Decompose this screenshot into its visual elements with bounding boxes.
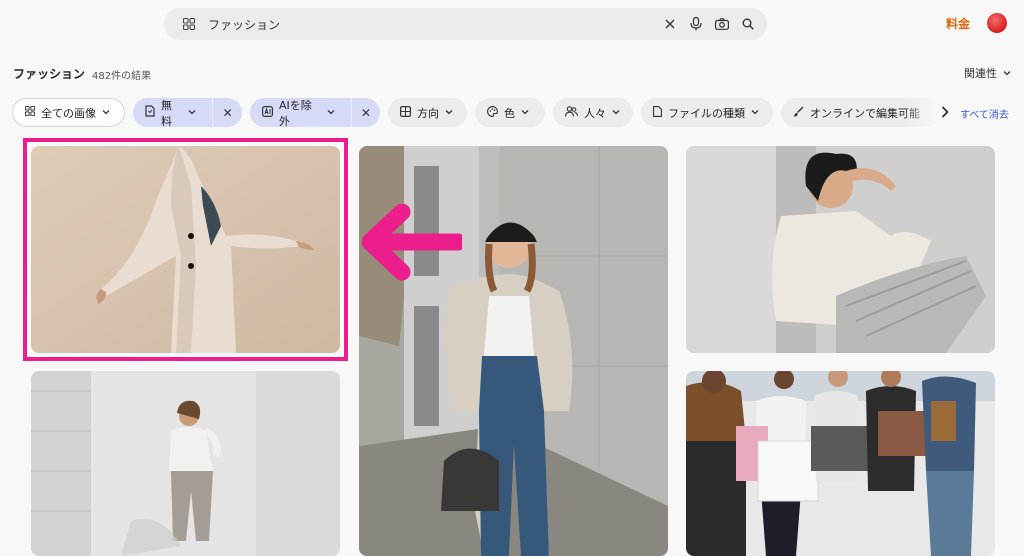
filter-color[interactable]: 色 (475, 98, 545, 127)
search-input[interactable]: ファッション (208, 16, 653, 33)
image-grid-icon (182, 17, 196, 31)
result-image-4[interactable] (31, 371, 340, 556)
search-icon[interactable] (739, 15, 757, 33)
sort-dropdown[interactable]: 関連性 (964, 65, 1011, 81)
filter-label: 方向 (417, 106, 439, 120)
stock-photo-search-page: ファッション 料金 ファッション 482件の結果 関連性 全ての画像 無料 ✕ … (0, 0, 1024, 556)
pricing-link[interactable]: 料金 (946, 15, 970, 32)
chevron-down-icon (751, 106, 759, 119)
palette-icon (487, 105, 498, 120)
filter-label: 無料 (161, 98, 172, 128)
chevron-down-icon (521, 106, 529, 119)
photo-shopping-group (686, 371, 995, 556)
search-bar[interactable]: ファッション (164, 8, 767, 40)
chip-scroll-fade (902, 96, 942, 130)
remove-filter-free-icon[interactable]: ✕ (212, 98, 242, 127)
photo-white-outfit-woman (31, 371, 340, 556)
results-count: 482件の結果 (92, 71, 152, 82)
user-avatar[interactable] (987, 13, 1007, 33)
clear-all-filters-link[interactable]: すべて消去 (960, 106, 1009, 121)
filter-all-images[interactable]: 全ての画像 (12, 98, 125, 127)
orientation-icon (400, 105, 412, 120)
chevron-right-icon[interactable] (938, 103, 952, 121)
chevron-down-icon (102, 106, 110, 119)
clear-search-icon[interactable] (661, 15, 679, 33)
file-icon (653, 105, 662, 120)
filter-label: AIを除外 (279, 98, 312, 128)
results-title: ファッション (13, 67, 86, 81)
chevron-down-icon (188, 106, 196, 119)
brush-icon (793, 106, 804, 120)
filter-orientation[interactable]: 方向 (388, 98, 467, 127)
pointer-arrow-icon (362, 204, 462, 281)
filter-label: 人々 (584, 106, 606, 120)
filter-label: 全ての画像 (41, 106, 96, 120)
photo-seated-woman (686, 146, 995, 353)
free-file-icon (145, 105, 155, 120)
highlight-frame (23, 138, 348, 361)
filter-people[interactable]: 人々 (553, 98, 633, 127)
chevron-down-icon (612, 106, 620, 119)
image-grid-icon (24, 105, 36, 119)
filter-label: ファイルの種類 (668, 106, 745, 120)
result-image-5[interactable] (686, 371, 995, 556)
filter-file-type[interactable]: ファイルの種類 (641, 98, 773, 127)
filter-label: 色 (504, 106, 515, 120)
remove-filter-ai-icon[interactable]: ✕ (350, 98, 380, 127)
sort-label: 関連性 (964, 67, 997, 80)
chevron-down-icon (445, 106, 453, 119)
chevron-down-icon (1003, 67, 1011, 80)
camera-icon[interactable] (713, 15, 731, 33)
filter-exclude-ai[interactable]: AIを除外 ✕ (250, 98, 380, 128)
result-image-3[interactable] (686, 146, 995, 353)
microphone-icon[interactable] (687, 15, 705, 33)
ai-icon (262, 105, 274, 120)
filter-free[interactable]: 無料 ✕ (133, 98, 242, 128)
chevron-down-icon (327, 106, 335, 119)
people-icon (565, 105, 578, 120)
